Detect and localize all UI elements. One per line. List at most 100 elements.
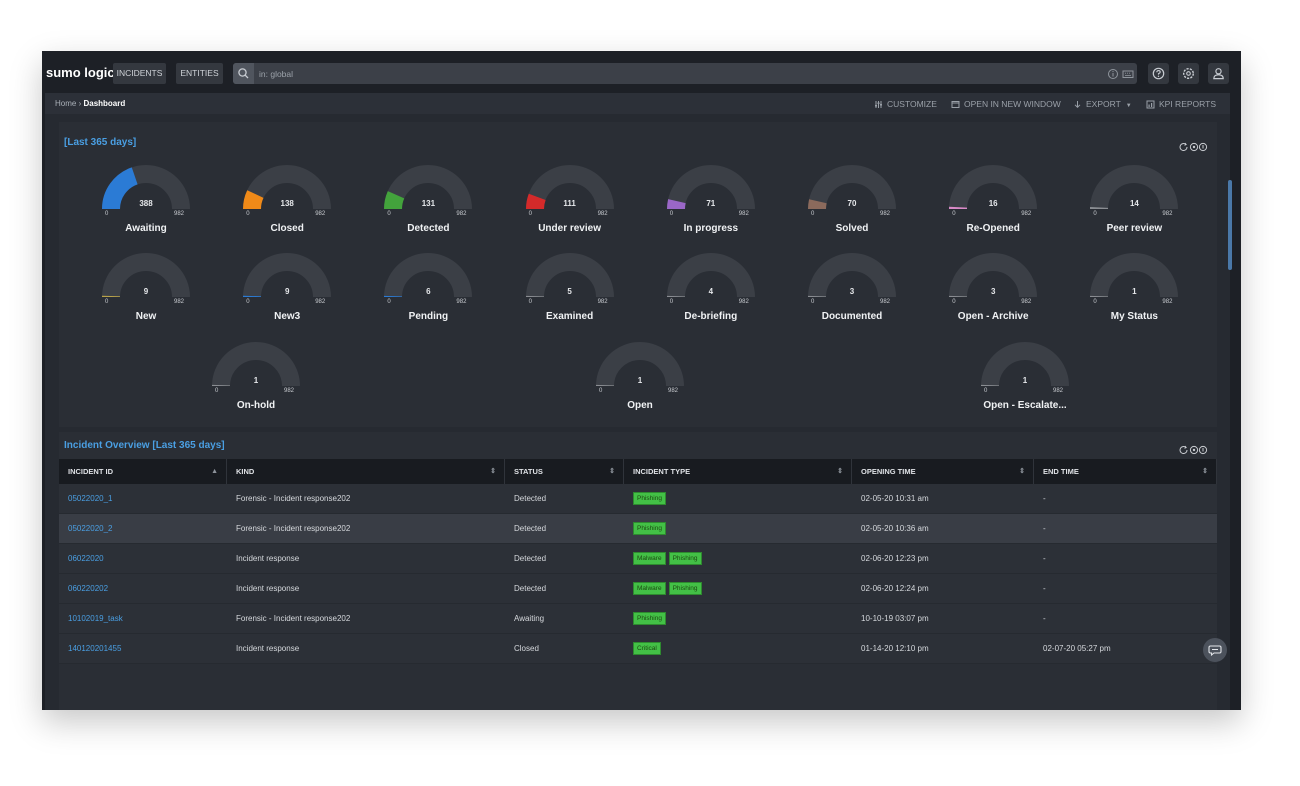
incident-overview-title: Incident Overview [Last 365 days] [64, 440, 225, 451]
cell-status: Detected [514, 584, 547, 593]
sort-icon[interactable]: ⇕ [609, 459, 615, 484]
gauge-max: 982 [880, 211, 891, 217]
gauge-value: 14 [1129, 199, 1139, 208]
column-header-status[interactable]: STATUS ⇕ [505, 459, 624, 484]
gauge-open: 1 0 982 Open [585, 341, 695, 421]
gauge-label: In progress [683, 223, 739, 234]
cell-incident-id[interactable]: 060220202 [68, 584, 108, 593]
column-header-label: KIND [236, 467, 255, 476]
incident-type-tag: Phishing [633, 612, 666, 625]
customize-label: CUSTOMIZE [887, 99, 937, 109]
nav-incidents-button[interactable]: INCIDENTS [113, 63, 166, 84]
gauges-panel-title: [Last 365 days] [64, 137, 137, 148]
cell-incident-id[interactable]: 06022020 [68, 554, 104, 563]
cell-end-time: - [1043, 554, 1046, 563]
gauge-min: 0 [246, 299, 250, 305]
sort-asc-icon[interactable]: ▲ [211, 459, 218, 484]
table-row[interactable]: 060220202 Incident response Detected Malwar… [59, 574, 1217, 604]
gauge-value: 9 [143, 287, 149, 296]
breadcrumb-home[interactable]: Home [55, 99, 76, 108]
help-icon[interactable] [1148, 63, 1169, 84]
gauge-pending: 6 0 982 Pending [373, 252, 483, 332]
column-header-label: STATUS [514, 467, 543, 476]
settings-icon[interactable] [1189, 445, 1199, 455]
gauge-max: 982 [456, 299, 467, 305]
panel-tools [1179, 442, 1209, 455]
info-icon[interactable] [1198, 142, 1208, 152]
sort-icon[interactable]: ⇕ [1019, 459, 1025, 484]
gauge-max: 982 [456, 211, 467, 217]
gauge-label: New3 [274, 311, 301, 322]
cell-opening-time: 10-10-19 03:07 pm [861, 614, 929, 623]
gauge-value: 1 [253, 376, 259, 385]
gauge-value: 70 [847, 199, 857, 208]
search-input[interactable] [259, 67, 1079, 80]
gauge-de-briefing: 4 0 982 De-briefing [656, 252, 766, 332]
gauge-label: Closed [270, 223, 304, 234]
export-button[interactable]: EXPORT ▼ [1073, 99, 1132, 109]
sort-icon[interactable]: ⇕ [1202, 459, 1208, 484]
gauge-under-review: 111 0 982 Under review [515, 164, 625, 244]
cell-incident-id[interactable]: 10102019_task [68, 614, 123, 623]
refresh-icon[interactable] [1179, 445, 1188, 455]
column-header-incident-id[interactable]: INCIDENT ID ▲ [59, 459, 227, 484]
chat-button[interactable] [1203, 638, 1227, 662]
gauge-label: Peer review [1106, 223, 1163, 234]
cell-incident-id[interactable]: 05022020_1 [68, 494, 113, 503]
gauge-max: 982 [1021, 299, 1032, 305]
column-header-kind[interactable]: KIND ⇕ [227, 459, 505, 484]
cell-kind: Incident response [236, 554, 300, 563]
gauge-min: 0 [952, 211, 956, 217]
table-row[interactable]: 06022020 Incident response Detected Malware… [59, 544, 1217, 574]
search-bar[interactable] [233, 63, 1137, 84]
info-icon[interactable] [1198, 445, 1208, 455]
table-row[interactable]: 05022020_1 Forensic - Incident response20… [59, 484, 1217, 514]
gauge-value: 71 [706, 199, 716, 208]
gauge-max: 982 [668, 388, 679, 394]
sort-icon[interactable]: ⇕ [490, 459, 496, 484]
gauges-panel: [Last 365 days] 388 0 982 Awaiting 138 0 982 Cl… [59, 122, 1217, 427]
download-icon [1074, 101, 1081, 109]
open-new-window-button[interactable]: OPEN IN NEW WINDOW [951, 99, 1061, 109]
sort-icon[interactable]: ⇕ [837, 459, 843, 484]
gauge-value: 6 [426, 287, 431, 296]
gauge-min: 0 [105, 299, 109, 305]
gauge-value: 9 [284, 287, 290, 296]
cell-opening-time: 02-06-20 12:24 pm [861, 584, 929, 593]
gauge-max: 982 [880, 299, 891, 305]
table-row[interactable]: 140120201455 Incident response Closed Criti… [59, 634, 1217, 664]
gauge-min: 0 [599, 388, 603, 394]
refresh-icon[interactable] [1179, 142, 1188, 152]
keyboard-icon[interactable] [1122, 67, 1134, 79]
column-header-end-time[interactable]: END TIME ⇕ [1034, 459, 1217, 484]
info-icon[interactable] [1107, 67, 1119, 79]
gauge-label: My Status [1110, 311, 1158, 322]
search-icon[interactable] [233, 63, 254, 84]
settings-icon[interactable] [1189, 142, 1199, 152]
cell-incident-id[interactable]: 140120201455 [68, 644, 121, 653]
kpi-reports-label: KPI REPORTS [1159, 99, 1216, 109]
gauge-min: 0 [528, 299, 532, 305]
gauge-min: 0 [811, 299, 815, 305]
nav-entities-button[interactable]: ENTITIES [176, 63, 223, 84]
column-header-incident-type[interactable]: INCIDENT TYPE ⇕ [624, 459, 852, 484]
gauge-max: 982 [738, 299, 749, 305]
gauge-re-opened: 16 0 982 Re-Opened [938, 164, 1048, 244]
gauge-label: Open - Escalate... [983, 400, 1067, 411]
customize-button[interactable]: CUSTOMIZE [874, 99, 937, 109]
gear-icon[interactable] [1178, 63, 1199, 84]
kpi-reports-button[interactable]: KPI REPORTS [1146, 99, 1216, 109]
table-row[interactable]: 05022020_2 Forensic - Incident response20… [59, 514, 1217, 544]
table-row[interactable]: 10102019_task Forensic - Incident respons… [59, 604, 1217, 634]
gauge-my-status: 1 0 982 My Status [1079, 252, 1189, 332]
column-header-label: INCIDENT TYPE [633, 467, 691, 476]
scrollbar[interactable] [1228, 180, 1232, 270]
cell-incident-id[interactable]: 05022020_2 [68, 524, 113, 533]
gauge-label: De-briefing [684, 311, 738, 322]
gauge-min: 0 [984, 388, 988, 394]
gauge-examined: 5 0 982 Examined [515, 252, 625, 332]
column-header-opening-time[interactable]: OPENING TIME ⇕ [852, 459, 1034, 484]
user-icon[interactable] [1208, 63, 1229, 84]
gauge-label: Under review [538, 223, 601, 234]
cell-status: Detected [514, 524, 547, 533]
